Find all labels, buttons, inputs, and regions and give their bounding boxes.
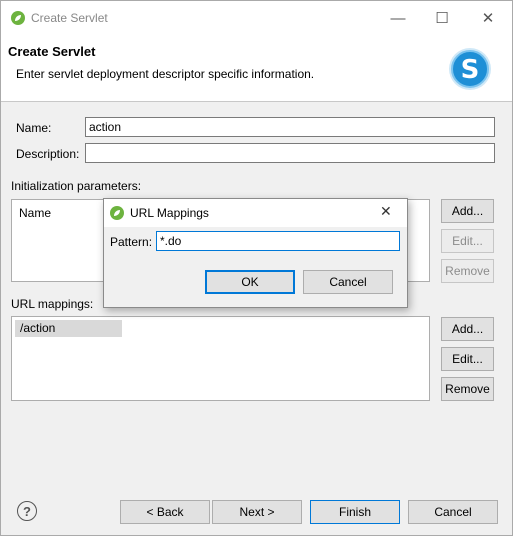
url-mappings-dialog: URL Mappings ✕ Pattern: OK Cancel [103,198,408,308]
close-button[interactable]: ✕ [466,1,510,35]
spring-leaf-icon [110,206,124,220]
column-header-name[interactable]: Name [19,206,51,220]
init-params-remove-button[interactable]: Remove [441,259,494,283]
url-mappings-remove-button[interactable]: Remove [441,377,494,401]
url-mappings-list[interactable]: /action [11,316,430,401]
url-mappings-add-button[interactable]: Add... [441,317,494,341]
ok-button[interactable]: OK [205,270,295,294]
minimize-button[interactable]: — [376,1,420,35]
description-label: Description: [16,147,80,161]
servlet-logo-icon: S [449,48,491,90]
dialog-title: URL Mappings [130,206,209,220]
cancel-button[interactable]: Cancel [408,500,498,524]
name-label: Name: [16,121,52,135]
spring-leaf-icon [11,11,25,25]
list-item[interactable]: /action [15,320,122,337]
svg-text:S: S [461,55,480,85]
init-params-edit-button[interactable]: Edit... [441,229,494,253]
url-mappings-edit-button[interactable]: Edit... [441,347,494,371]
wizard-header: Create Servlet Enter servlet deployment … [1,35,512,102]
help-icon[interactable]: ? [17,501,37,521]
dialog-cancel-button[interactable]: Cancel [303,270,393,294]
title-bar: Create Servlet — ☐ ✕ [1,1,512,35]
pattern-input[interactable] [156,231,400,251]
page-title: Create Servlet [8,44,96,59]
dialog-title-bar: URL Mappings ✕ [104,199,407,227]
init-params-label: Initialization parameters: [11,179,142,193]
window-title: Create Servlet [31,11,108,25]
pattern-label: Pattern: [110,235,153,249]
finish-button[interactable]: Finish [310,500,400,524]
next-button[interactable]: Next > [212,500,302,524]
dialog-close-icon[interactable]: ✕ [380,203,392,220]
page-description: Enter servlet deployment descriptor spec… [16,67,315,81]
back-button[interactable]: < Back [120,500,210,524]
init-params-add-button[interactable]: Add... [441,199,494,223]
maximize-button[interactable]: ☐ [420,1,464,35]
url-mappings-label: URL mappings: [11,297,94,311]
description-input[interactable] [85,143,495,163]
name-input[interactable] [85,117,495,137]
